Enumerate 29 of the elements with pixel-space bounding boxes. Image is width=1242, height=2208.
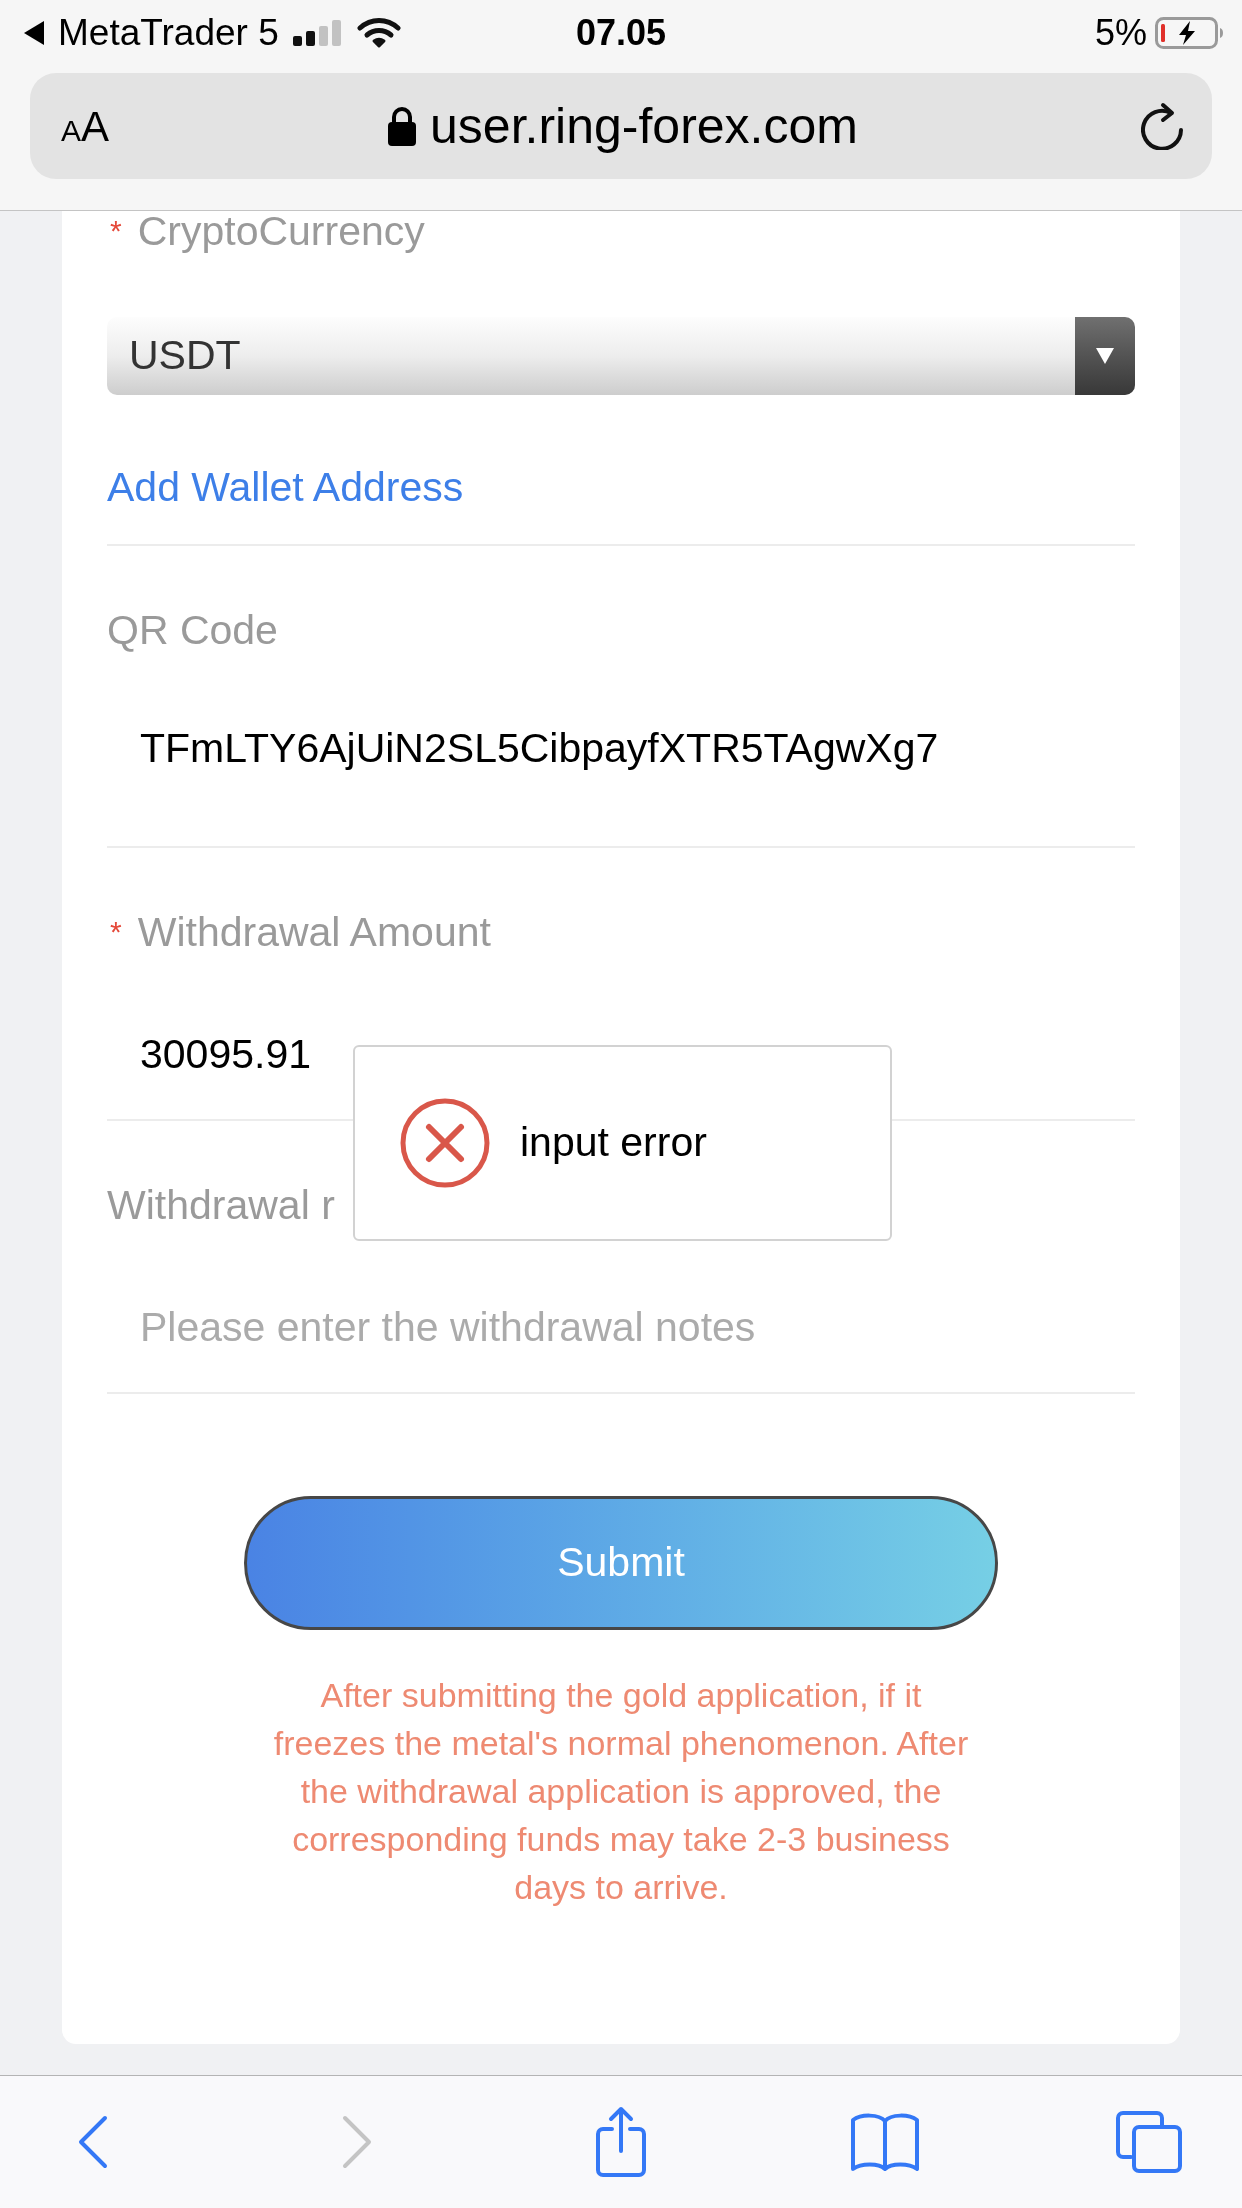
notice-text: After submitting the gold application, if it freezes the metal's normal phenomenon. After the withdrawal application is approved, the corresponding funds may take 2-3 business days to arrive. bbox=[272, 1675, 970, 1908]
field-label: Withdrawal r bbox=[107, 1185, 335, 1225]
url-text[interactable]: user.ring-forex.com bbox=[430, 88, 858, 164]
field-label: QR Code bbox=[107, 610, 278, 650]
reload-icon[interactable] bbox=[1141, 102, 1185, 150]
lock-icon bbox=[388, 106, 417, 146]
tabs-icon[interactable] bbox=[1114, 2109, 1184, 2175]
input-field[interactable]: 30095.91 bbox=[107, 1026, 1135, 1082]
input-field[interactable]: Please enter the withdrawal notes bbox=[107, 1299, 1135, 1355]
add-wallet-link[interactable]: Add Wallet Address bbox=[107, 467, 464, 507]
battery-icon bbox=[1155, 17, 1226, 49]
text-size-button[interactable]: AA bbox=[61, 94, 110, 158]
share-icon[interactable] bbox=[593, 2105, 649, 2179]
clock-time: 07.05 bbox=[575, 11, 667, 55]
error-message: input error bbox=[520, 1118, 707, 1168]
back-triangle-icon bbox=[24, 21, 44, 45]
currency-select[interactable]: USDT bbox=[107, 317, 1135, 395]
required-asterisk: * bbox=[110, 216, 122, 246]
field-label: Withdrawal Amount bbox=[137, 912, 491, 952]
required-asterisk: * bbox=[110, 917, 122, 947]
battery-percent: 5% bbox=[1094, 11, 1147, 55]
signal-icon bbox=[292, 20, 343, 46]
field-label: CryptoCurrency bbox=[137, 211, 425, 251]
input-field[interactable]: TFmLTY6AjUiN2SL5CibpayfXTR5TAgwXg7 bbox=[107, 720, 1135, 776]
chevron-left-icon[interactable] bbox=[77, 2115, 109, 2169]
back-to-app-button[interactable]: MetaTrader 5 bbox=[24, 5, 279, 61]
book-icon[interactable] bbox=[849, 2111, 921, 2173]
error-x-circle-icon bbox=[399, 1097, 491, 1189]
wifi-icon bbox=[356, 17, 401, 49]
